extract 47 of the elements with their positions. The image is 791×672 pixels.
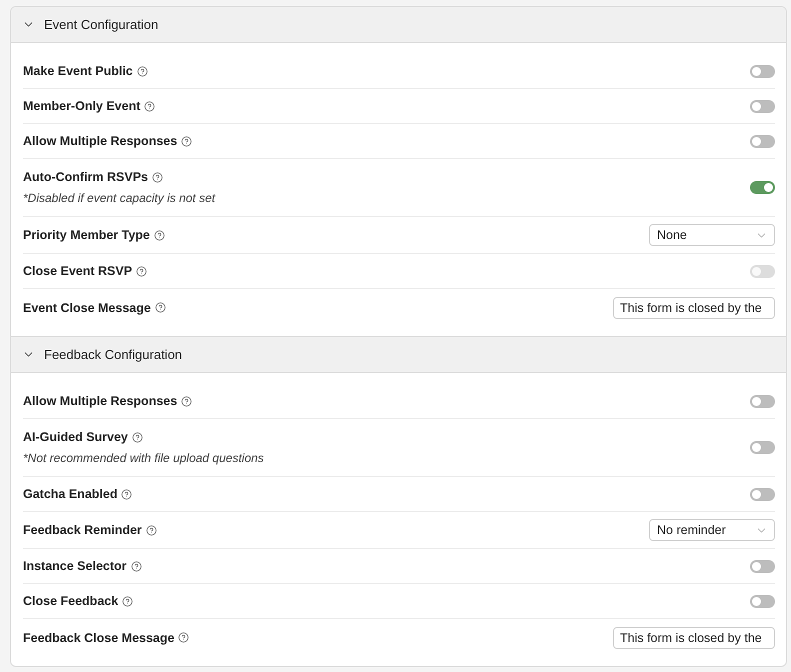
toggle-switch[interactable] [750,560,775,572]
help-icon[interactable] [181,136,192,146]
setting-note: *Disabled if event capacity is not set [23,191,216,205]
setting-note: *Not recommended with file upload questions [23,451,264,465]
setting-label: Gatcha Enabled [23,487,118,501]
help-icon[interactable] [122,596,134,606]
section-header[interactable]: Feedback Configuration [11,336,786,373]
help-icon[interactable] [136,266,148,276]
section-header[interactable]: Event Configuration [11,7,786,43]
help-icon[interactable] [154,302,166,313]
toggle-switch[interactable] [750,134,775,148]
section-title: Event Configuration [44,17,158,32]
toggle-switch[interactable] [750,64,775,78]
help-icon[interactable] [178,632,190,643]
help-icon[interactable] [152,172,163,182]
setting-label: Allow Multiple Responses [23,134,178,148]
section-title: Feedback Configuration [44,347,182,362]
help-icon[interactable] [144,100,156,112]
toggle-switch[interactable] [750,100,775,112]
toggle-switch[interactable] [750,181,775,194]
dropdown-select[interactable]: None [649,224,775,246]
setting-label: Member-Only Event [23,99,140,113]
setting-label: Priority Member Type [23,228,150,242]
setting-label: Feedback Reminder [23,523,142,537]
toggle-switch[interactable] [750,441,775,454]
setting-label: AI-Guided Survey [23,430,128,444]
help-icon[interactable] [181,396,192,406]
setting-label: Close Feedback [23,594,118,608]
help-icon[interactable] [130,560,142,572]
setting-label: Make Event Public [23,64,133,78]
setting-label: Feedback Close Message [23,630,174,644]
input-field[interactable]: This form is closed by the [613,296,775,318]
input-field[interactable]: This form is closed by the [613,626,775,648]
setting-label: Event Close Message [23,300,151,314]
help-icon[interactable] [154,230,165,240]
help-icon[interactable] [132,432,143,442]
dropdown-select[interactable]: No reminder [649,519,775,541]
toggle-switch[interactable] [750,488,775,500]
setting-label: Auto-Confirm RSVPs [23,170,148,184]
setting-label: Close Event RSVP [23,264,132,278]
setting-label: Instance Selector [23,559,127,573]
toggle-switch[interactable] [750,594,775,608]
help-icon[interactable] [136,66,148,76]
setting-label: Allow Multiple Responses [23,394,178,408]
help-icon[interactable] [146,524,157,536]
help-icon[interactable] [121,488,132,500]
toggle-switch[interactable] [750,394,775,408]
